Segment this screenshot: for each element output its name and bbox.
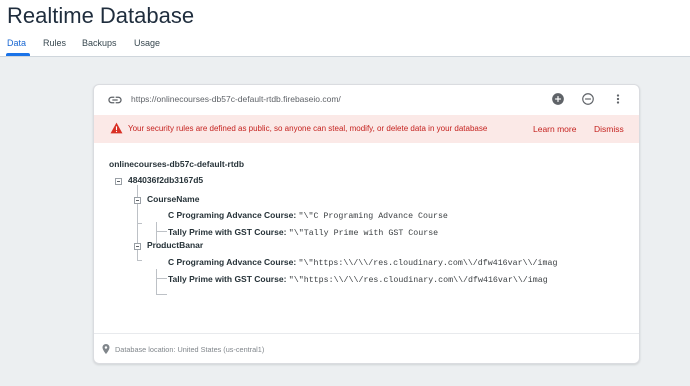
leaf-key: Tally Prime with GST Course: <box>168 274 287 284</box>
warning-icon <box>110 122 123 134</box>
tab-data[interactable]: Data <box>7 38 26 48</box>
tab-backups[interactable]: Backups <box>82 38 117 48</box>
collapse-toggle[interactable] <box>134 243 141 250</box>
leaf-key: C Programing Advance Course: <box>168 210 297 220</box>
tree-connector <box>156 231 167 232</box>
tree-connector <box>137 260 142 261</box>
page-header: Realtime Database Data Rules Backups Usa… <box>0 0 690 57</box>
tree-node-coursename[interactable]: CourseName <box>147 194 199 204</box>
collapse-toggle[interactable] <box>115 178 122 185</box>
leaf-value: "\"https:\\/\\/res.cloudinary.com\\/dfw4… <box>288 276 548 285</box>
tab-rules[interactable]: Rules <box>43 38 66 48</box>
url-bar: https://onlinecourses-db57c-default-rtdb… <box>94 85 639 115</box>
tree-leaf[interactable]: C Programing Advance Course: "\"C Progra… <box>168 210 448 221</box>
active-tab-indicator <box>6 53 30 56</box>
tree-connector <box>156 278 167 279</box>
leaf-value: "\"Tally Prime with GST Course <box>288 229 439 238</box>
learn-more-link[interactable]: Learn more <box>533 124 576 134</box>
database-card: https://onlinecourses-db57c-default-rtdb… <box>93 84 640 364</box>
tree-node-productbanar[interactable]: ProductBanar <box>147 240 203 250</box>
tab-usage[interactable]: Usage <box>134 38 160 48</box>
remove-circle-icon[interactable] <box>581 92 595 106</box>
tree-connector <box>156 278 157 294</box>
collapse-toggle[interactable] <box>134 197 141 204</box>
more-vert-icon[interactable] <box>611 92 625 106</box>
add-circle-icon[interactable] <box>551 92 565 106</box>
data-tree: onlinecourses-db57c-default-rtdb 484036f… <box>94 143 639 328</box>
leaf-value: "\"https:\\/\\/res.cloudinary.com\\/dfw4… <box>298 259 558 268</box>
tree-node-id[interactable]: 484036f2db3167d5 <box>128 175 203 185</box>
page-title: Realtime Database <box>7 3 195 28</box>
tree-root[interactable]: onlinecourses-db57c-default-rtdb <box>109 159 244 169</box>
tree-connector <box>156 294 167 295</box>
tree-connector <box>137 223 142 224</box>
card-footer: Database location: United States (us-cen… <box>94 333 639 363</box>
tree-leaf[interactable]: C Programing Advance Course: "\"https:\\… <box>168 257 557 268</box>
dismiss-button[interactable]: Dismiss <box>594 124 624 134</box>
leaf-key: C Programing Advance Course: <box>168 257 297 267</box>
location-pin-icon <box>102 344 110 354</box>
database-url[interactable]: https://onlinecourses-db57c-default-rtdb… <box>131 94 341 104</box>
tree-leaf[interactable]: Tally Prime with GST Course: "\"Tally Pr… <box>168 227 438 238</box>
leaf-value: "\"C Programing Advance Course <box>298 212 448 221</box>
database-location: Database location: United States (us-cen… <box>115 345 265 354</box>
leaf-key: Tally Prime with GST Course: <box>168 227 287 237</box>
security-warning-banner: Your security rules are defined as publi… <box>94 115 639 143</box>
warning-message: Your security rules are defined as publi… <box>128 124 488 133</box>
link-icon <box>108 96 122 104</box>
tree-leaf[interactable]: Tally Prime with GST Course: "\"https:\\… <box>168 274 548 285</box>
